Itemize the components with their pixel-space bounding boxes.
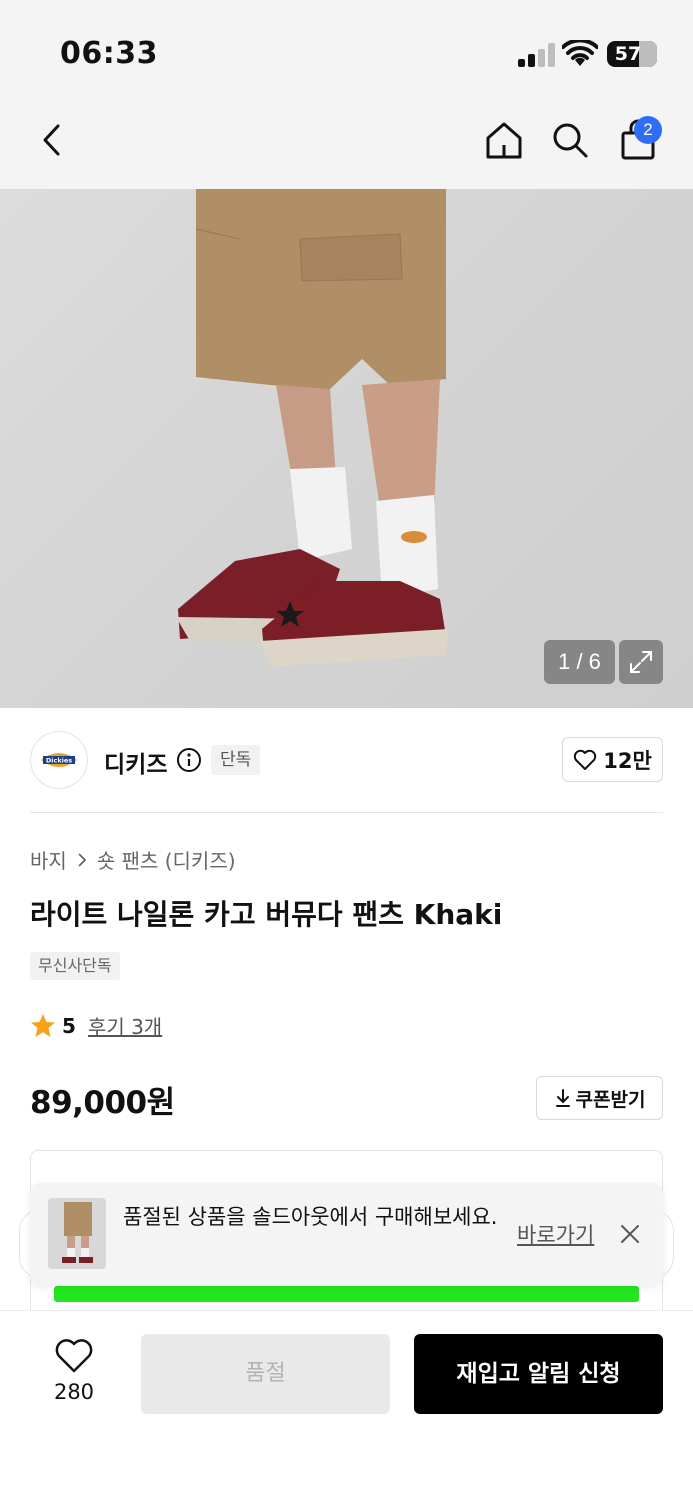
brand-like-button[interactable]: 12만 bbox=[562, 737, 663, 782]
product-price: 89,000원 bbox=[30, 1085, 175, 1121]
thumbnail-illustration bbox=[48, 1198, 106, 1269]
toast-thumbnail bbox=[48, 1198, 106, 1269]
heart-icon bbox=[574, 749, 597, 770]
expand-icon bbox=[630, 651, 652, 673]
heart-icon bbox=[55, 1339, 93, 1373]
toast-link[interactable]: 바로가기 bbox=[517, 1219, 594, 1249]
toast-message: 품절된 상품을 솔드아웃에서 구매해보세요. bbox=[123, 1205, 498, 1229]
breadcrumb: 바지 숏 팬츠 (디키즈) bbox=[30, 845, 236, 874]
home-icon bbox=[486, 122, 522, 159]
coupon-label: 쿠폰받기 bbox=[575, 1088, 646, 1111]
signal-icon bbox=[516, 43, 556, 67]
cart-count-badge: 2 bbox=[634, 116, 662, 144]
soldout-toast: 품절된 상품을 솔드아웃에서 구매해보세요. 바로가기 bbox=[30, 1183, 663, 1285]
wish-count: 280 bbox=[53, 1380, 95, 1404]
product-photo-illustration bbox=[176, 189, 448, 667]
svg-text:Dickies: Dickies bbox=[46, 757, 72, 765]
info-icon[interactable] bbox=[176, 747, 202, 773]
rating: 5 후기 3개 bbox=[30, 1011, 162, 1040]
product-image[interactable] bbox=[0, 189, 693, 708]
breadcrumb-subcategory[interactable]: 숏 팬츠 (디키즈) bbox=[97, 845, 236, 874]
soldout-button[interactable]: 품절 bbox=[141, 1334, 390, 1414]
rating-score: 5 bbox=[62, 1013, 76, 1038]
battery-icon: 57 bbox=[607, 41, 657, 67]
promo-bar bbox=[54, 1286, 639, 1302]
wifi-icon bbox=[562, 40, 598, 66]
battery-level: 57 bbox=[614, 43, 642, 65]
coupon-button[interactable]: 쿠폰받기 bbox=[536, 1076, 663, 1120]
wish-button[interactable]: 280 bbox=[44, 1336, 104, 1406]
breadcrumb-category[interactable]: 바지 bbox=[30, 845, 67, 874]
product-title: 라이트 나일론 카고 버뮤다 팬츠 Khaki bbox=[30, 898, 503, 931]
back-button[interactable] bbox=[28, 116, 76, 164]
review-link[interactable]: 후기 3개 bbox=[88, 1011, 162, 1040]
musinsa-exclusive-tag: 무신사단독 bbox=[30, 952, 120, 980]
close-icon[interactable] bbox=[617, 1221, 643, 1247]
home-button[interactable] bbox=[480, 116, 528, 164]
brand-name[interactable]: 디키즈 bbox=[104, 745, 167, 779]
dickies-logo: Dickies bbox=[41, 753, 77, 767]
star-icon bbox=[31, 1013, 55, 1037]
search-icon bbox=[553, 123, 588, 158]
restock-alert-button[interactable]: 재입고 알림 신청 bbox=[414, 1334, 663, 1414]
chevron-left-icon bbox=[43, 124, 60, 156]
search-button[interactable] bbox=[546, 116, 594, 164]
status-time: 06:33 bbox=[60, 36, 158, 71]
chevron-right-icon bbox=[78, 852, 87, 867]
exclusive-tag: 단독 bbox=[211, 745, 261, 775]
nav-bar bbox=[0, 100, 693, 189]
expand-button[interactable] bbox=[619, 640, 663, 684]
download-icon bbox=[555, 1089, 570, 1107]
divider bbox=[30, 812, 663, 813]
image-counter: 1 / 6 bbox=[544, 640, 615, 684]
brand-like-count: 12만 bbox=[603, 748, 652, 773]
status-bar: 06:33 57 bbox=[0, 0, 693, 100]
brand-logo[interactable]: Dickies bbox=[30, 731, 88, 789]
